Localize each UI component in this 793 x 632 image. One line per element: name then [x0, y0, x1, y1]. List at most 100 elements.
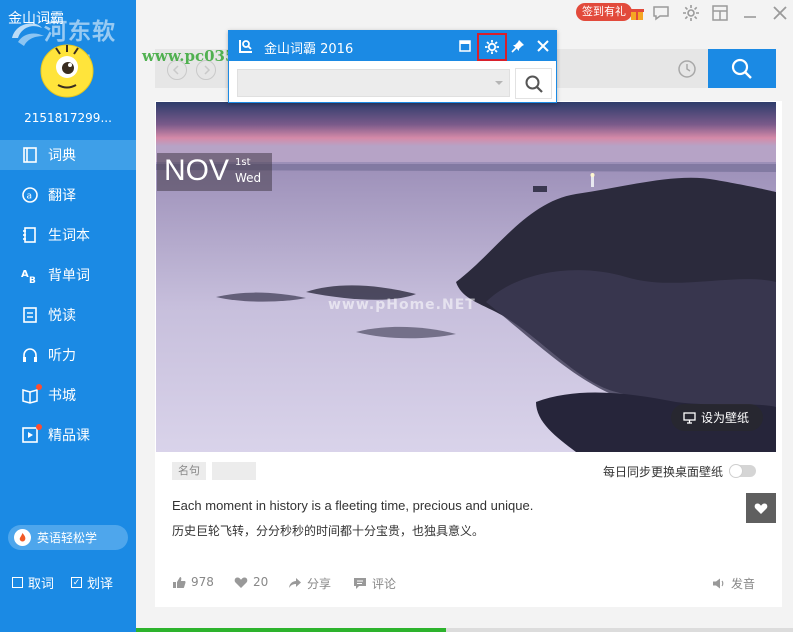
translate-icon: a: [21, 186, 39, 204]
svg-text:B: B: [29, 276, 36, 284]
headphones-icon: [21, 346, 39, 364]
sidebar-item-dictionary[interactable]: 词典: [0, 140, 136, 170]
date-weekday: Wed: [235, 171, 262, 185]
svg-text:a: a: [27, 192, 33, 202]
favorite-count: 20: [253, 575, 269, 589]
sync-wallpaper-label: 每日同步更换桌面壁纸: [603, 465, 724, 479]
set-wallpaper-label: 设为壁纸: [701, 411, 750, 425]
mini-window-titlebar[interactable]: 金山词霸 2016: [229, 31, 556, 61]
speaker-icon: [713, 578, 724, 589]
share-label: 分享: [307, 577, 332, 591]
share-icon: [289, 578, 301, 588]
avatar[interactable]: [38, 40, 96, 98]
sidebar-item-label: 书城: [48, 388, 76, 404]
share-button[interactable]: 分享: [288, 575, 331, 592]
select-translate-label: 划译: [87, 577, 114, 592]
sidebar-item-label: 悦读: [48, 308, 76, 324]
sidebar-item-courses[interactable]: 精品课: [0, 420, 136, 450]
quote-english: Each moment in history is a fleeting tim…: [172, 498, 534, 513]
minimize-icon[interactable]: [741, 4, 759, 22]
daily-sentence-card: NOV 1st Wed www.pHome.NET 设为壁纸 名句 每日同步更换…: [155, 101, 782, 607]
gift-icon[interactable]: [628, 4, 646, 22]
like-button[interactable]: 978: [172, 575, 214, 589]
close-icon: [537, 40, 549, 52]
famous-quote-tag: 名句: [172, 462, 206, 480]
mini-window-title: 金山词霸 2016: [264, 42, 354, 57]
mini-dictionary-window[interactable]: 金山词霸 2016: [228, 30, 557, 103]
taskbar-strip: [446, 628, 793, 632]
promo-label: 英语轻松学: [37, 531, 98, 545]
favorite-button[interactable]: [746, 493, 776, 523]
message-icon[interactable]: [652, 4, 670, 22]
sidebar-item-listening[interactable]: 听力: [0, 340, 136, 370]
sidebar-item-vocabulary[interactable]: 生词本: [0, 220, 136, 250]
set-wallpaper-button[interactable]: 设为壁纸: [671, 404, 763, 431]
daily-wallpaper-image: NOV 1st Wed www.pHome.NET 设为壁纸: [156, 102, 776, 452]
capture-word-checkbox[interactable]: 取词: [12, 573, 54, 592]
pronounce-label: 发音: [731, 577, 756, 591]
monitor-icon: [683, 411, 696, 424]
secondary-tag: [212, 462, 256, 480]
comment-button[interactable]: 评论: [353, 575, 396, 592]
sidebar-item-label: 生词本: [48, 228, 90, 244]
gear-icon: [485, 40, 499, 54]
window-icon: [459, 40, 471, 52]
mini-search-button[interactable]: [515, 68, 552, 99]
mini-settings-button[interactable]: [477, 33, 507, 61]
toggle-knob: [729, 464, 743, 478]
new-badge-dot: [36, 384, 42, 390]
capture-word-label: 取词: [28, 577, 55, 592]
signin-reward-badge[interactable]: 签到有礼: [576, 3, 632, 21]
favorite-count-button[interactable]: 20: [234, 575, 268, 589]
thumbs-up-icon: [173, 576, 186, 588]
checkbox-box: [12, 577, 23, 588]
quote-chinese: 历史巨轮飞转，分分秒秒的时间都十分宝贵，也独具意义。: [172, 524, 485, 538]
memorize-words-icon: AB: [21, 266, 39, 284]
mini-search-input[interactable]: [237, 69, 510, 97]
settings-gear-icon[interactable]: [682, 4, 700, 22]
close-icon[interactable]: [771, 4, 789, 22]
comment-icon: [354, 578, 366, 589]
mini-restore-button[interactable]: [457, 38, 473, 54]
sidebar: 金山词霸 河东软件园 2151817299... 词典 a 翻译: [0, 0, 136, 632]
taskbar-strip: [136, 628, 446, 632]
heart-icon: [754, 503, 768, 514]
mini-close-button[interactable]: [535, 38, 551, 54]
sync-wallpaper-toggle[interactable]: [729, 464, 756, 478]
image-watermark: www.pHome.NET: [328, 297, 476, 313]
date-month: NOV: [164, 154, 230, 187]
ciba-logo-icon: [238, 38, 254, 54]
search-icon: [731, 58, 752, 79]
heart-outline-icon: [234, 577, 248, 588]
sidebar-item-memorize[interactable]: AB 背单词: [0, 260, 136, 290]
sidebar-item-reading[interactable]: 悦读: [0, 300, 136, 330]
dictionary-icon: [21, 146, 39, 164]
date-badge: NOV 1st Wed: [157, 153, 272, 191]
pronounce-button[interactable]: 发音: [712, 575, 755, 592]
mini-pin-button[interactable]: [510, 38, 526, 54]
window-toolbar: 签到有礼: [570, 0, 793, 30]
username[interactable]: 2151817299...: [0, 111, 136, 125]
reading-icon: [21, 306, 39, 324]
dropdown-arrow-icon[interactable]: [495, 81, 503, 85]
history-clock-icon[interactable]: [677, 59, 697, 79]
easy-english-button[interactable]: 英语轻松学: [8, 525, 128, 550]
date-day: 1st: [235, 157, 251, 168]
check-icon: ✓: [71, 577, 82, 588]
sidebar-item-bookstore[interactable]: 书城: [0, 380, 136, 410]
pin-icon: [511, 40, 524, 53]
search-button[interactable]: [708, 49, 776, 88]
like-count: 978: [191, 575, 214, 589]
select-translate-checkbox[interactable]: ✓ 划译: [71, 573, 113, 592]
vocabulary-book-icon: [21, 226, 39, 244]
mini-mode-icon[interactable]: [711, 4, 729, 22]
sidebar-item-translate[interactable]: a 翻译: [0, 180, 136, 210]
sidebar-item-label: 背单词: [48, 268, 90, 284]
new-badge-dot: [36, 424, 42, 430]
sidebar-item-label: 精品课: [48, 428, 90, 444]
flame-icon: [14, 529, 31, 546]
svg-text:A: A: [21, 269, 29, 280]
search-icon: [525, 75, 543, 93]
sidebar-item-label: 词典: [48, 148, 76, 164]
comment-label: 评论: [372, 577, 397, 591]
